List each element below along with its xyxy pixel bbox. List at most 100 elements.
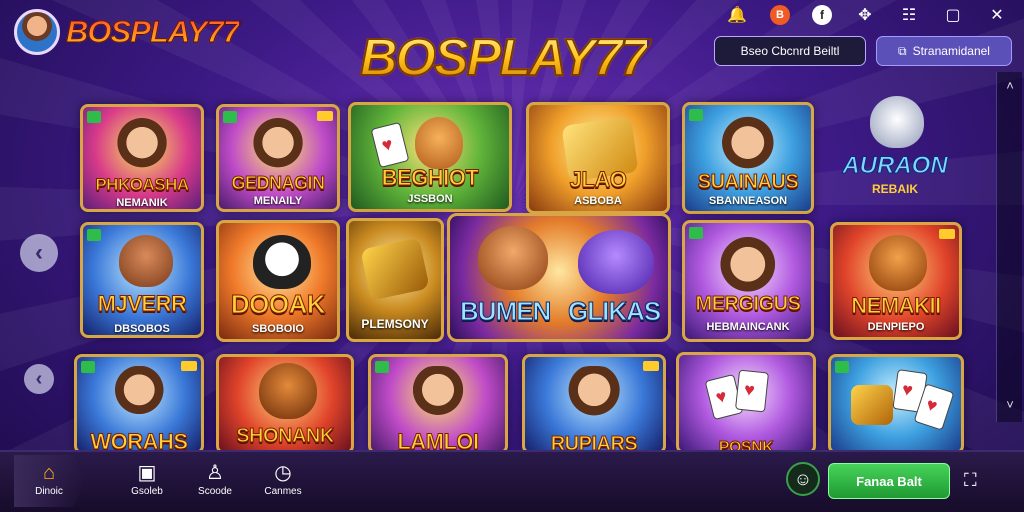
brand-avatar bbox=[14, 9, 60, 55]
game-tile[interactable]: MJVERR DBSOBOS bbox=[80, 222, 204, 338]
mascot-image bbox=[415, 117, 463, 169]
lion-image bbox=[259, 363, 317, 419]
feature-title-left: BUMEN bbox=[459, 296, 551, 327]
menu-icon[interactable]: ☷ bbox=[898, 4, 920, 26]
clock-icon: ◷ bbox=[274, 462, 292, 484]
hot-badge bbox=[181, 361, 197, 371]
primary-action-button[interactable]: Fanaa Balt bbox=[828, 463, 950, 499]
maximize-icon[interactable]: ▢ bbox=[942, 4, 964, 26]
nav-item-score[interactable]: ♙ Scoode bbox=[180, 460, 250, 497]
card-image bbox=[734, 369, 770, 413]
tile-title: PLEMSONY bbox=[361, 317, 429, 331]
dice-image bbox=[851, 385, 893, 425]
tile-title: SUAINAUS bbox=[697, 171, 799, 194]
game-tile[interactable] bbox=[828, 354, 964, 454]
close-icon[interactable]: ✕ bbox=[986, 4, 1008, 26]
featured-game-tile[interactable]: BUMEN GLIKAS bbox=[447, 213, 671, 342]
nav-item-home[interactable]: ⌂ Dinoic bbox=[14, 455, 84, 507]
new-badge bbox=[87, 111, 101, 123]
badge-icon: ⧉ bbox=[898, 43, 907, 58]
carousel-prev-button-2[interactable]: ‹ bbox=[24, 364, 54, 394]
aura-subtitle: REBAIK bbox=[871, 182, 918, 196]
dice-creature-image bbox=[578, 230, 654, 294]
header-button-left-label: Bseo Cbcnrd Beiltl bbox=[740, 44, 840, 58]
puzzle-icon[interactable]: ✥ bbox=[854, 4, 876, 26]
game-tile[interactable]: SHONANK bbox=[216, 354, 354, 454]
character-image bbox=[720, 115, 776, 175]
notification-icon[interactable]: 🔔 bbox=[726, 4, 748, 26]
brand-logo[interactable]: BOSPLAY77 bbox=[14, 8, 241, 56]
tile-subtitle: NEMANIK bbox=[116, 197, 168, 209]
new-badge bbox=[689, 109, 703, 121]
window-controls: 🔔 B f ✥ ☷ ▢ ✕ bbox=[726, 4, 1008, 26]
character-image bbox=[720, 234, 776, 300]
carousel-prev-button[interactable]: ‹ bbox=[20, 234, 58, 272]
brand-name: BOSPLAY77 bbox=[65, 14, 240, 50]
featured-aura[interactable]: AURAON REBAIK bbox=[830, 96, 960, 206]
game-tile[interactable]: RUPIARS bbox=[522, 354, 666, 454]
mascot-image bbox=[119, 235, 173, 287]
tile-subtitle: SBOBOIO bbox=[252, 323, 304, 335]
card-image bbox=[370, 121, 410, 169]
header-button-right-label: Stranamidanel bbox=[912, 44, 990, 58]
game-tile[interactable]: JLAO ASBOBA bbox=[526, 102, 670, 214]
header-button-right[interactable]: ⧉ Stranamidanel bbox=[876, 36, 1012, 66]
game-tile[interactable]: BEGHIOT JSSBON bbox=[348, 102, 512, 212]
game-tile[interactable]: WORAHS bbox=[74, 354, 204, 454]
nav-label: Dinoic bbox=[35, 486, 63, 497]
game-tile[interactable]: POSNK bbox=[676, 352, 816, 454]
scroll-down-icon[interactable]: ˅ bbox=[997, 397, 1023, 412]
new-badge bbox=[689, 227, 703, 239]
mascot-image bbox=[869, 235, 927, 291]
game-tile[interactable]: PHKOASHA NEMANIK bbox=[80, 104, 204, 212]
nav-label: Gsoleb bbox=[131, 486, 163, 497]
character-image bbox=[408, 366, 468, 420]
tile-subtitle: JSSBON bbox=[407, 193, 453, 205]
game-tile[interactable]: NEMAKII DENPIEPO bbox=[830, 222, 962, 340]
scroll-up-icon[interactable]: ˄ bbox=[997, 78, 1023, 93]
aura-title: AURAON bbox=[842, 152, 948, 180]
tile-title: SHONANK bbox=[236, 425, 335, 448]
chat-icon[interactable]: ☺ bbox=[786, 462, 820, 496]
chevron-left-icon: ‹ bbox=[35, 367, 43, 390]
tile-title: GEDNAGIN bbox=[231, 173, 326, 194]
tile-title: PHKOASHA bbox=[95, 175, 190, 195]
bear-image bbox=[478, 226, 548, 290]
game-tile[interactable]: GEDNAGIN MENAILY bbox=[216, 104, 340, 212]
brand-logo-icon[interactable]: B bbox=[770, 5, 790, 25]
game-tile[interactable]: SUAINAUS SBANNEASON bbox=[682, 102, 814, 214]
nav-label: Canmes bbox=[264, 486, 302, 497]
new-badge bbox=[835, 361, 849, 373]
game-tile[interactable]: MERGIGUS HEBMAINCANK bbox=[682, 220, 814, 342]
tile-subtitle: ASBOBA bbox=[574, 195, 622, 207]
facebook-icon[interactable]: f bbox=[812, 5, 832, 25]
game-tile[interactable]: LAMLOI bbox=[368, 354, 508, 454]
header-button-left[interactable]: Bseo Cbcnrd Beiltl bbox=[714, 36, 866, 66]
tile-title: MERGIGUS bbox=[695, 293, 801, 316]
vertical-scrollbar[interactable]: ˄ ˅ bbox=[996, 72, 1022, 422]
nav-item-games[interactable]: ▣ Gsoleb bbox=[112, 460, 182, 497]
new-badge bbox=[81, 361, 95, 373]
game-tile[interactable]: DOOAK SBOBOIO bbox=[216, 220, 340, 342]
new-badge bbox=[87, 229, 101, 241]
page-title: BOSPLAY77 bbox=[359, 28, 650, 88]
tile-subtitle: MENAILY bbox=[253, 195, 303, 207]
fullscreen-icon[interactable]: ⛶ bbox=[964, 470, 977, 491]
game-tile[interactable]: PLEMSONY bbox=[346, 218, 444, 342]
tile-title: DOOAK bbox=[230, 289, 326, 320]
hot-badge bbox=[939, 229, 955, 239]
character-image bbox=[563, 366, 625, 420]
tile-subtitle: HEBMAINCANK bbox=[706, 321, 790, 333]
dice-image bbox=[360, 237, 430, 301]
home-icon: ⌂ bbox=[42, 462, 56, 484]
new-badge bbox=[375, 361, 389, 373]
new-badge bbox=[223, 111, 237, 123]
panda-image bbox=[253, 235, 311, 289]
feature-title-right: GLIKAS bbox=[567, 296, 661, 327]
nav-item-history[interactable]: ◷ Canmes bbox=[248, 460, 318, 497]
tile-title: BEGHIOT bbox=[381, 165, 479, 191]
tile-title: MJVERR bbox=[97, 291, 187, 317]
character-image bbox=[116, 117, 168, 175]
gamepad-icon: ▣ bbox=[137, 462, 157, 484]
nav-label: Scoode bbox=[198, 486, 232, 497]
